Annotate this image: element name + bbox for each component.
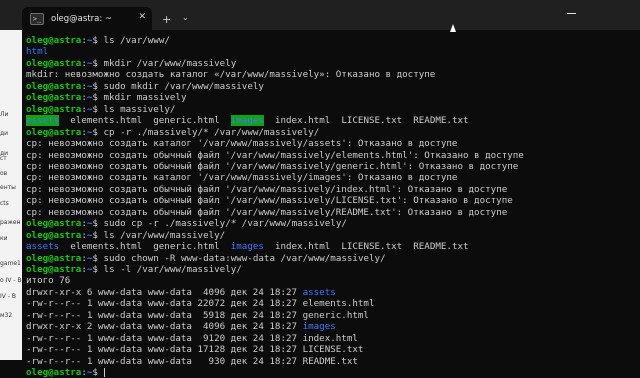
output-line: итого 76: [26, 275, 71, 287]
directory-entry: assets: [26, 241, 60, 253]
command-text: sudo cp -r ./massively/* /var/www/massiv…: [103, 218, 347, 230]
prompt-user: oleg@astra: [26, 103, 82, 115]
prompt-symbol: $: [92, 80, 104, 92]
prompt-symbol: $: [92, 35, 104, 46]
new-tab-button[interactable]: +: [162, 13, 171, 26]
command-text: mkdir massively: [103, 92, 187, 104]
background-text: ражен: [0, 219, 21, 226]
background-text: енты: [0, 184, 16, 191]
command-text: ls massively/: [103, 103, 176, 115]
output-text: elements.html generic.html: [59, 115, 231, 127]
output-text: index.html LICENSE.txt README.txt: [263, 115, 469, 127]
background-text: ов: [0, 170, 8, 177]
prompt-symbol: $: [92, 218, 104, 230]
output-line: cp: невозможно создать обычный файл '/va…: [26, 149, 524, 161]
prompt-symbol: $: [92, 264, 104, 275]
prompt-line: oleg@astra:~$ ls -l /var/www/massively/: [26, 264, 242, 275]
command-text: mkdir /var/www/massively: [103, 57, 237, 69]
terminal-tab[interactable]: >_ oleg@astra: ~ ✕: [22, 7, 152, 30]
directory-entry: html: [26, 46, 49, 58]
prompt-line: oleg@astra:~$ sudo cp -r ./massively/* /…: [26, 218, 347, 229]
prompt-symbol: $: [92, 229, 104, 241]
prompt-symbol: $: [92, 367, 104, 378]
output-line: cp: невозможно создать обычный файл '/va…: [26, 183, 508, 195]
output-line: html: [26, 46, 48, 57]
prompt-line: oleg@astra:~$ mkdir /var/www/massively: [26, 58, 236, 69]
mouse-pointer-icon: [450, 24, 456, 32]
command-text: ls -l /var/www/massively/: [103, 264, 242, 275]
command-text: sudo chown -R www-data:www-data /var/www…: [103, 252, 386, 264]
background-text: ди: [0, 130, 9, 137]
tab-title: oleg@astra: ~: [51, 13, 113, 24]
directory-entry: images: [230, 115, 264, 127]
close-icon[interactable]: ✕: [138, 12, 146, 22]
prompt-user: oleg@astra: [26, 126, 82, 138]
prompt-line: oleg@astra:~$ ls massively/: [26, 104, 175, 115]
output-line: cp: невозможно создать обычный файл '/va…: [26, 160, 519, 172]
directory-entry: assets: [26, 115, 60, 127]
terminal-output[interactable]: oleg@astra:~$ ls /var/www/html oleg@astra…: [22, 30, 640, 378]
output-line: -rw-r--r-- 1 www-data www-data 9120 дек …: [26, 332, 358, 344]
prompt-user: oleg@astra: [26, 92, 82, 104]
background-text: Ли: [0, 111, 9, 118]
output-line: mkdir: невозможно создать каталог «/var/…: [26, 69, 436, 81]
output-line: -rw-r--r-- 1 www-data www-data 5918 дек …: [26, 309, 369, 321]
prompt-symbol: $: [92, 126, 104, 138]
command-text: ls /var/www/: [103, 35, 170, 46]
prompt-line: oleg@astra:~$: [26, 367, 105, 378]
output-text: drwxr-xr-x 2 www-data www-data 4096 дек …: [26, 321, 303, 333]
output-line: assets elements.html generic.html images…: [26, 241, 469, 252]
output-text: index.html LICENSE.txt README.txt: [263, 241, 469, 253]
command-text: ls /var/www/massively/: [103, 229, 226, 241]
prompt-line: oleg@astra:~$ ls /var/www/massively/: [26, 230, 225, 241]
prompt-user: oleg@astra: [26, 264, 82, 275]
background-text: o IV - B: [0, 277, 22, 284]
prompt-line: oleg@astra:~$ sudo chown -R www-data:www…: [26, 253, 386, 264]
output-text: drwxr-xr-x 6 www-data www-data 4096 дек …: [26, 286, 303, 298]
prompt-line: oleg@astra:~$ sudo mkdir /var/www/massiv…: [26, 81, 264, 92]
prompt-line: oleg@astra:~$ mkdir massively: [26, 92, 186, 103]
prompt-user: oleg@astra: [26, 80, 82, 92]
prompt-symbol: $: [92, 57, 104, 69]
chevron-down-icon[interactable]: ⌄: [182, 13, 189, 22]
background-text: cts: [0, 200, 9, 207]
prompt-user: oleg@astra: [26, 252, 82, 264]
terminal-icon: >_: [30, 12, 44, 25]
tab-bar: >_ oleg@astra: ~ ✕ + ⌄: [0, 0, 640, 30]
background-window-edge: Ли ди ди ст ов енты cts ражен ки game1 o IV - B IV …: [0, 30, 22, 360]
prompt-symbol: $: [92, 92, 104, 104]
command-text: sudo mkdir /var/www/massively: [103, 80, 264, 92]
output-line: assets elements.html generic.html images…: [26, 115, 469, 127]
background-text: ст: [0, 155, 7, 162]
output-line: cp: невозможно создать обычный файл '/va…: [26, 195, 513, 207]
output-line: -rw-r--r-- 1 www-data www-data 22072 дек…: [26, 298, 375, 310]
prompt-user: oleg@astra: [26, 57, 82, 69]
prompt-symbol: $: [92, 252, 104, 264]
output-line: cp: невозможно создать каталог '/var/www…: [26, 172, 458, 184]
output-line: -rw-r--r-- 1 www-data www-data 930 дек 2…: [26, 355, 358, 367]
directory-entry: images: [302, 321, 336, 333]
minimize-button[interactable]: [567, 13, 576, 14]
output-line: drwxr-xr-x 2 www-data www-data 4096 дек …: [26, 321, 336, 332]
prompt-user: oleg@astra: [26, 35, 82, 46]
text-cursor: [103, 368, 105, 378]
prompt-user: oleg@astra: [26, 229, 82, 241]
output-line: cp: невозможно создать каталог '/var/www…: [26, 138, 458, 150]
output-line: drwxr-xr-x 6 www-data www-data 4096 дек …: [26, 287, 336, 298]
background-text: IV - B: [0, 293, 16, 300]
prompt-line: oleg@astra:~$ cp -r ./massively/* /var/w…: [26, 127, 319, 138]
background-text: ки: [0, 235, 8, 242]
prompt-symbol: $: [92, 103, 104, 115]
prompt-user: oleg@astra: [26, 367, 82, 378]
command-text: cp -r ./massively/* /var/www/massively/: [103, 126, 320, 138]
prompt-line: oleg@astra:~$ ls /var/www/: [26, 35, 170, 46]
output-text: elements.html generic.html: [59, 241, 231, 253]
directory-entry: images: [230, 241, 264, 253]
output-line: cp: невозможно создать обычный файл '/va…: [26, 206, 508, 218]
background-text: game1: [0, 260, 21, 267]
directory-entry: assets: [302, 286, 336, 298]
background-text: м32: [0, 312, 13, 319]
prompt-user: oleg@astra: [26, 218, 82, 230]
output-line: -rw-r--r-- 1 www-data www-data 17128 дек…: [26, 344, 364, 356]
